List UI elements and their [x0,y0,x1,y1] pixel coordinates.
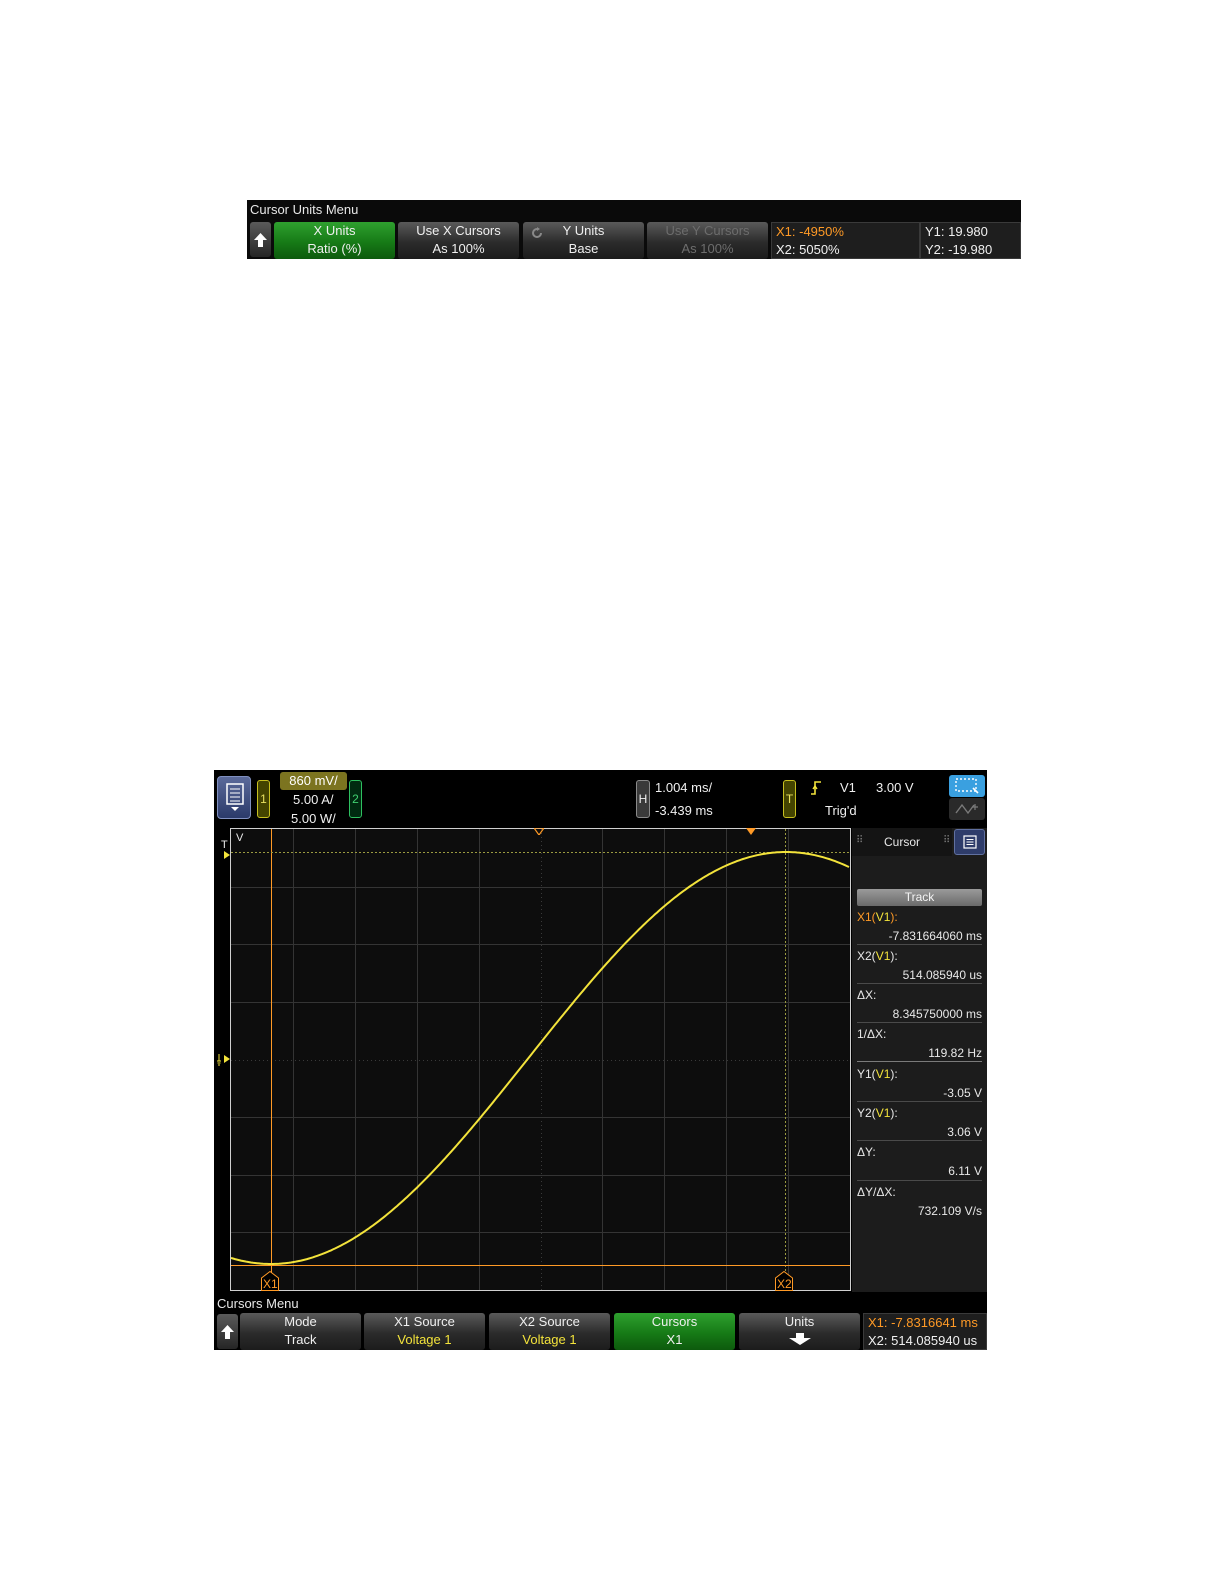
up-arrow-icon [221,1324,234,1339]
trigger-level-label: T [221,839,228,851]
y-cursor-readout: Y1: 19.980 Y2: -19.980 [920,222,1021,259]
measure-touch-button[interactable] [949,798,985,820]
y1-label: Y1(V1): [857,1067,898,1081]
x-cursor-readout: X1: -4950% X2: 5050% [771,222,920,259]
x1-label: X1(V1): [857,910,898,924]
channel-1-ground-marker-icon[interactable] [217,1052,231,1066]
cursor-side-panel: ⠿ Cursor ⠿ Track X1(V1): -7.831664060 ms… [852,828,987,1292]
time-per-division: 1.004 ms/ [655,780,713,795]
menu-list-icon [226,783,244,811]
up-arrow-icon [254,232,267,247]
inverse-delta-x-value: 119.82 Hz [928,1046,982,1060]
panel-menu-button[interactable] [954,829,985,855]
trigger-level: 3.00 V [876,780,914,795]
waveform-touch-icon [955,803,978,815]
x1-readout: X1: -4950% [776,224,844,239]
x2-readout: X2: 514.085940 us [868,1333,978,1348]
y2-readout: Y2: -19.980 [925,242,993,257]
box-select-icon [955,778,979,794]
trigger-source: V1 [840,780,856,795]
delta-x-label: ΔX: [857,988,877,1002]
use-x-cursors-softkey[interactable]: Use X Cursors As 100% [398,222,519,259]
trigger-level-marker-icon [224,851,230,859]
power-scale: 5.00 W/ [291,811,336,826]
list-icon [963,835,977,849]
entry-knob-icon [532,227,542,238]
x1-source-softkey[interactable]: X1 Source Voltage 1 [364,1313,485,1350]
main-menu-button[interactable] [217,776,251,819]
rising-edge-icon [811,781,821,795]
y1-value: -3.05 V [943,1086,982,1100]
drag-handle-icon: ⠿ [856,835,864,846]
delta-y-label: ΔY: [857,1145,876,1159]
x1-cursor-marker[interactable]: X1 [261,1271,279,1291]
cursors-menu-title: Cursors Menu [217,1296,299,1311]
y2-value: 3.06 V [947,1125,982,1139]
bottom-cursor-readout: X1: -7.8316641 ms X2: 514.085940 us [863,1313,987,1350]
channel-1-badge[interactable]: 1 [257,780,270,818]
x1-value: -7.831664060 ms [888,929,982,943]
x-units-softkey[interactable]: X Units Ratio (%) [274,222,395,259]
y-units-softkey[interactable]: Y Units Base [523,222,644,259]
x2-cursor-marker[interactable]: X2 [775,1271,793,1291]
waveform-display [231,829,850,1290]
x1-readout: X1: -7.8316641 ms [868,1315,978,1330]
trigger-badge[interactable]: T [783,780,796,818]
slope-value: 732.109 V/s [917,1204,982,1218]
submenu-down-arrow-icon [788,1333,811,1345]
cursor-units-menu: Cursor Units Menu X Units Ratio (%) Use … [247,200,1021,259]
delta-y-value: 6.11 V [948,1164,982,1178]
time-delay: -3.439 ms [655,803,713,818]
delta-x-value: 8.345750000 ms [892,1007,982,1021]
current-scale: 5.00 A/ [293,792,334,807]
inverse-delta-x-label: 1/ΔX: [857,1027,887,1041]
voltage-1-trace [231,851,850,1265]
mode-softkey[interactable]: Mode Track [240,1313,361,1350]
slope-label: ΔY/ΔX: [857,1185,896,1199]
back-button[interactable] [250,222,271,257]
drag-handle-icon: ⠿ [943,835,951,846]
trigger-status: Trig'd [825,803,857,818]
time-reference-marker-icon [534,828,544,835]
back-button[interactable] [217,1314,238,1349]
cursor-mode-button[interactable]: Track [857,889,982,906]
units-softkey[interactable]: Units [739,1313,860,1350]
horizontal-badge[interactable]: H [636,780,650,818]
y1-readout: Y1: 19.980 [925,224,988,239]
x2-source-softkey[interactable]: X2 Source Voltage 1 [489,1313,610,1350]
use-y-cursors-softkey[interactable]: Use Y Cursors As 100% [647,222,768,259]
x2-readout: X2: 5050% [776,242,840,257]
graticule[interactable] [230,828,851,1291]
channel-2-badge[interactable]: 2 [349,780,362,818]
side-panel-tab[interactable]: ⠿ Cursor ⠿ [852,828,952,856]
x2-value: 514.085940 us [902,968,982,982]
channel-label: V [236,832,244,844]
grid-lines [231,829,850,1290]
trigger-point-marker-icon [746,828,756,835]
menu-title: Cursor Units Menu [250,202,359,217]
y2-label: Y2(V1): [857,1106,898,1120]
channel-1-scale[interactable]: 860 mV/ [280,772,347,790]
cursors-select-softkey[interactable]: Cursors X1 [614,1313,735,1350]
side-panel-title: Cursor [884,835,921,849]
zoom-select-button[interactable] [949,775,985,797]
oscilloscope-screen: 1 860 mV/ 5.00 A/ 5.00 W/ 2 H 1.004 ms/ … [214,770,987,1350]
x2-label: X2(V1): [857,949,898,963]
